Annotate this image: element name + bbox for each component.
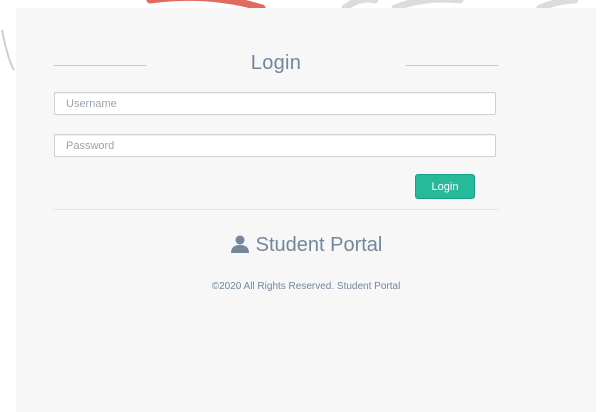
user-icon — [230, 235, 249, 253]
password-input[interactable] — [54, 134, 496, 157]
username-input[interactable] — [54, 92, 496, 115]
login-header: Login — [54, 50, 498, 80]
header-rule-right — [406, 65, 498, 66]
decor-stroke — [1, 29, 15, 71]
divider — [54, 209, 498, 210]
page: Login Login Student Portal ©2020 All Rig… — [0, 0, 607, 412]
decor-stroke — [536, 0, 579, 12]
brand-name: Student Portal — [255, 234, 383, 256]
copyright-text: ©2020 All Rights Reserved. Student Porta… — [211, 281, 401, 292]
brand: Student Portal — [16, 234, 596, 257]
decor-stroke — [146, 0, 266, 12]
decor-stroke — [341, 0, 379, 12]
login-panel: Login Login Student Portal ©2020 All Rig… — [16, 8, 596, 412]
decor-stroke — [391, 0, 464, 12]
login-button[interactable]: Login — [415, 174, 475, 199]
login-title: Login — [250, 52, 302, 74]
